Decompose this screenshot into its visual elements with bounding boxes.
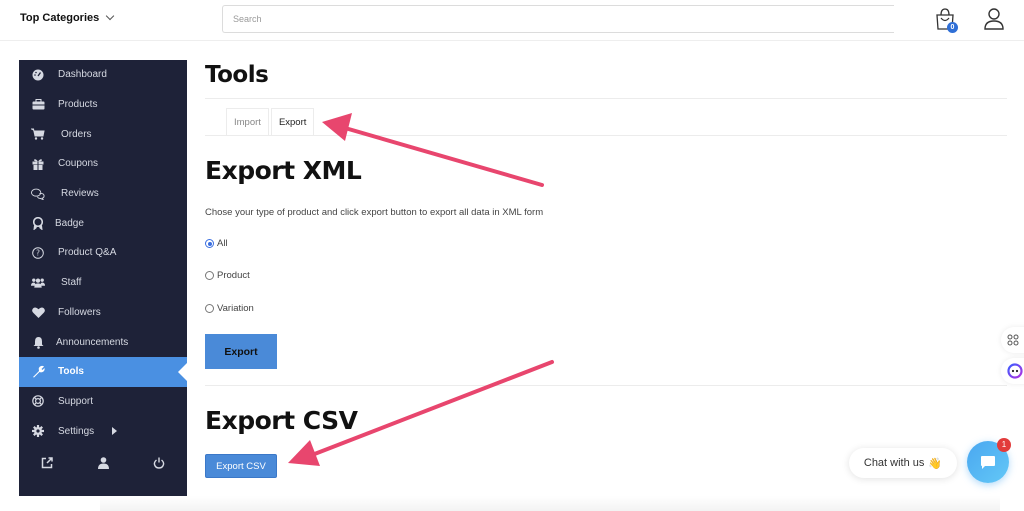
life-ring-icon [31,394,45,408]
sidebar-item-label: Tools [58,366,84,378]
cart-count-badge: 0 [947,22,958,33]
page-title: Tools [205,62,269,88]
wrench-icon [31,365,45,379]
caret-right-icon [112,427,117,436]
sidebar-item-reviews[interactable]: Reviews [19,179,187,209]
svg-text:?: ? [36,249,40,258]
sidebar-item-label: Announcements [56,336,129,348]
shortcut-widget-button[interactable] [1001,327,1024,353]
chat-with-us-button[interactable]: Chat with us 👋 [849,448,957,478]
gear-icon [31,424,45,438]
radio-label: Product [217,270,250,281]
export-xml-button[interactable]: Export [205,334,277,369]
account-button[interactable] [983,7,1005,31]
sidebar-item-coupons[interactable]: Coupons [19,149,187,179]
assistant-widget-button[interactable] [1001,358,1024,384]
tab-import[interactable]: Import [226,108,269,135]
sidebar-item-label: Staff [61,277,82,289]
heart-icon [31,305,45,319]
search-input[interactable] [222,5,894,33]
radio-variation[interactable]: Variation [205,303,254,314]
sidebar-item-label: Orders [61,128,92,140]
bot-face-icon [1007,363,1023,379]
vendor-sidebar: Dashboard Products Orders Coupons Review… [19,60,187,496]
radio-button[interactable] [205,271,214,280]
bottom-shadow [100,496,1000,511]
logout-button[interactable] [131,449,187,477]
sidebar-item-announcements[interactable]: Announcements [19,327,187,357]
chevron-down-icon [106,11,115,21]
briefcase-icon [31,98,45,112]
export-xml-heading: Export XML [205,156,362,185]
dashboard-gauge-icon [31,68,45,82]
sidebar-item-followers[interactable]: Followers [19,298,187,328]
sidebar-item-label: Support [58,395,94,407]
sidebar-item-product-qa[interactable]: ? Product Q&A [19,238,187,268]
top-header: Top Categories 0 [0,0,1024,41]
top-categories-dropdown[interactable]: Top Categories [20,11,115,24]
export-csv-button[interactable]: Export CSV [205,454,277,478]
profile-button[interactable] [75,449,131,477]
sidebar-bottom-actions [19,449,187,477]
tab-export[interactable]: Export [270,108,315,135]
sidebar-item-label: Followers [58,306,101,318]
chat-bubble-icon [981,455,995,469]
tools-tabs: Import Export [226,108,315,135]
gift-icon [31,157,45,171]
sidebar-item-label: Settings [58,425,95,437]
radio-button-checked[interactable] [205,239,214,248]
award-icon [31,216,45,230]
sidebar-item-badge[interactable]: Badge [19,208,187,238]
cart-button[interactable]: 0 [934,7,958,33]
radio-all[interactable]: All [205,238,228,249]
tabs-divider [205,135,1007,136]
chat-label: Chat with us [863,457,925,469]
sidebar-item-staff[interactable]: Staff [19,268,187,298]
waving-hand-icon: 👋 [928,457,943,470]
bell-icon [31,335,45,349]
sidebar-item-orders[interactable]: Orders [19,119,187,149]
section-divider [205,385,1007,386]
radio-product[interactable]: Product [205,270,250,281]
visit-store-button[interactable] [19,449,75,477]
user-icon [97,457,109,469]
sidebar-item-label: Products [58,99,98,111]
sidebar-item-products[interactable]: Products [19,90,187,120]
external-link-icon [41,457,53,469]
sidebar-item-label: Coupons [58,158,99,170]
sidebar-item-dashboard[interactable]: Dashboard [19,60,187,90]
export-csv-heading: Export CSV [205,406,358,435]
radio-label: Variation [217,303,254,314]
export-xml-description: Chose your type of product and click exp… [205,207,544,218]
title-divider [205,98,1007,99]
cart-icon [31,127,45,141]
sidebar-item-tools[interactable]: Tools [19,356,187,387]
sidebar-item-label: Dashboard [58,69,107,81]
sidebar-item-label: Product Q&A [58,247,117,259]
radio-button[interactable] [205,304,214,313]
power-icon [153,457,165,469]
radio-label: All [217,238,228,249]
chat-unread-badge: 1 [997,438,1011,452]
user-icon [984,8,1004,30]
sidebar-item-settings[interactable]: Settings [19,416,187,446]
comments-icon [31,187,45,201]
users-icon [31,276,45,290]
sidebar-item-label: Reviews [61,188,99,200]
sidebar-item-label: Badge [55,217,84,229]
question-circle-icon: ? [31,246,45,260]
top-categories-label: Top Categories [20,12,100,24]
command-icon [1007,334,1019,346]
sidebar-item-support[interactable]: Support [19,387,187,417]
